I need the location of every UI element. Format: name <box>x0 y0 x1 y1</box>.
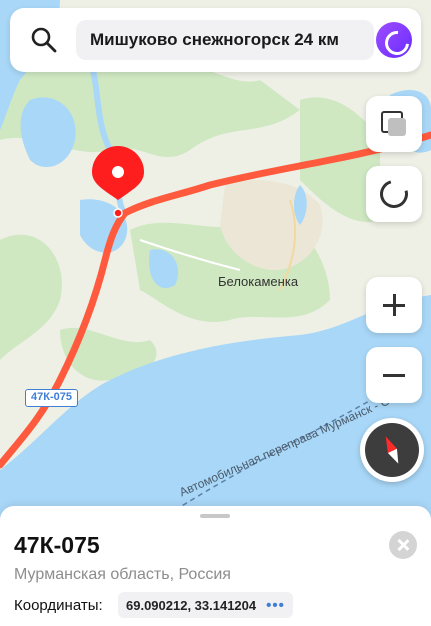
coordinates-value: 69.090212, 33.141204 <box>126 597 257 613</box>
layers-icon <box>381 111 407 137</box>
place-card: 47К-075 Мурманская область, Россия Коорд… <box>0 506 431 626</box>
map-place-label: Белокаменка <box>218 274 299 289</box>
place-subtitle: Мурманская область, Россия <box>14 566 231 583</box>
coordinates-chip[interactable]: 69.090212, 33.141204 ••• <box>118 592 293 618</box>
place-title: 47К-075 <box>14 532 100 558</box>
search-icon[interactable] <box>30 26 58 54</box>
search-input[interactable]: Мишуково снежногорск 24 км <box>76 20 374 60</box>
road-number-badge: 47К-075 <box>25 389 78 407</box>
sheet-handle[interactable] <box>200 514 230 518</box>
zoom-out-button[interactable] <box>366 347 422 403</box>
layers-button[interactable] <box>366 96 422 152</box>
zoom-in-button[interactable] <box>366 277 422 333</box>
minus-icon <box>383 364 405 386</box>
map-mode-button[interactable] <box>366 166 422 222</box>
plus-icon <box>383 294 405 316</box>
close-icon <box>397 539 409 551</box>
ring-icon <box>374 174 414 214</box>
compass-button[interactable] <box>360 418 424 482</box>
coordinates-label: Координаты: <box>14 597 103 614</box>
compass-icon <box>365 423 419 477</box>
search-bar: Мишуково снежногорск 24 км <box>10 8 421 72</box>
voice-assistant-button[interactable] <box>376 22 412 58</box>
close-button[interactable] <box>389 531 417 559</box>
more-icon[interactable]: ••• <box>266 597 285 614</box>
